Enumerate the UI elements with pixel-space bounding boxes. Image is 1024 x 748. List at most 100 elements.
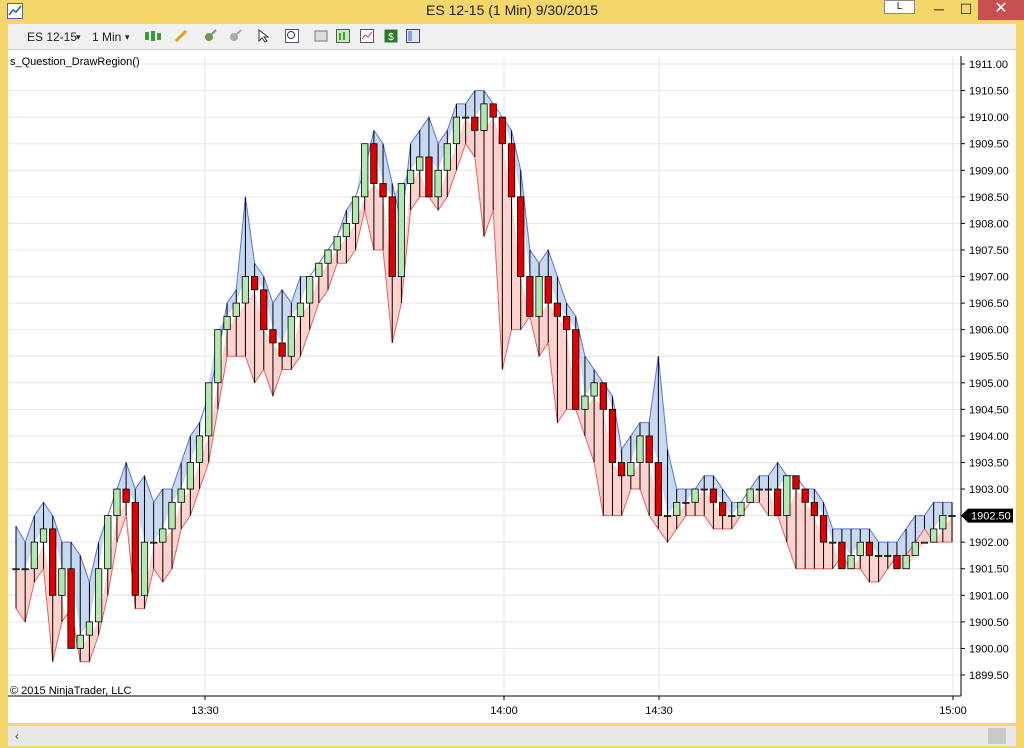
price-tick-label: 1904.50	[969, 404, 1009, 416]
candle-body	[379, 183, 387, 198]
candle-body	[801, 488, 809, 503]
candle-body	[370, 143, 378, 184]
candle-body	[498, 116, 506, 145]
candle-body	[618, 462, 626, 477]
candle-body	[205, 382, 213, 437]
candle-body	[682, 501, 690, 504]
candle-body	[535, 276, 543, 317]
candle-body	[819, 515, 828, 543]
time-tick-label: 13:30	[191, 705, 219, 717]
candle-body	[893, 555, 901, 570]
candle-body	[517, 196, 525, 277]
candle-body	[709, 488, 718, 503]
candle-body	[673, 501, 681, 517]
price-tick-label: 1899.50	[969, 670, 1009, 682]
candle-body	[718, 501, 727, 517]
candle-body	[507, 143, 516, 198]
candle-body	[663, 515, 672, 518]
candle-body	[269, 329, 277, 344]
candle-body	[296, 302, 305, 317]
candle-body	[471, 116, 479, 131]
candle-body	[856, 541, 864, 556]
candle-body	[544, 276, 552, 304]
price-tick-label: 1900.50	[969, 617, 1009, 629]
price-tick-label: 1906.00	[969, 325, 1009, 337]
price-chart: 1911.00 1910.50 1910.00 1909.50 1909.00 1908.…	[8, 56, 1013, 717]
candle-body	[351, 196, 360, 224]
candle-body	[397, 183, 406, 277]
candle-body	[342, 222, 350, 238]
candle-body	[911, 541, 919, 556]
last-price-label: 1902.50	[971, 511, 1011, 523]
candle-body	[764, 488, 773, 491]
candle-body	[168, 501, 176, 530]
candle-body	[425, 156, 433, 198]
price-tick-label: 1906.50	[969, 298, 1009, 310]
candle-body	[150, 541, 158, 544]
candle-body	[792, 475, 800, 490]
candle-body	[113, 488, 121, 517]
scroll-left-icon[interactable]: ‹	[8, 726, 26, 746]
candle-body	[902, 555, 910, 570]
candle-body	[39, 528, 48, 543]
candle-body	[177, 488, 185, 503]
candle-body	[581, 395, 589, 410]
candle-body	[847, 555, 855, 570]
candle-body	[700, 488, 708, 491]
price-tick-label: 1909.50	[969, 139, 1009, 151]
candle-body	[250, 276, 259, 291]
candle-body	[562, 315, 571, 331]
candle-body	[810, 501, 818, 517]
candle-body	[21, 568, 29, 571]
candle-body	[774, 488, 782, 517]
candle-body	[406, 169, 415, 184]
candle-body	[58, 568, 66, 596]
horizontal-scrollbar[interactable]: ‹	[8, 726, 1016, 746]
candle-body	[223, 315, 231, 331]
time-tick-label: 14:30	[645, 705, 673, 717]
time-tick-label: 15:00	[939, 705, 967, 717]
candle-body	[939, 515, 947, 530]
candle-body	[76, 634, 84, 649]
candle-body	[627, 462, 635, 477]
candle-body	[315, 262, 323, 277]
copyright-text: © 2015 NinjaTrader, LLC	[10, 685, 132, 697]
price-tick-label: 1908.50	[969, 192, 1009, 204]
candle-body	[874, 555, 883, 557]
candle-body	[737, 501, 745, 517]
price-tick-label: 1910.50	[969, 86, 1009, 98]
candle-body	[94, 568, 103, 623]
candle-body	[838, 541, 846, 570]
candle-body	[306, 276, 314, 304]
price-tick-label: 1901.50	[969, 564, 1009, 576]
price-tick-label: 1905.00	[969, 378, 1009, 390]
candle-body	[590, 382, 598, 397]
candle-body	[526, 276, 534, 317]
price-tick-label: 1904.00	[969, 431, 1009, 443]
candle-body	[636, 435, 644, 463]
price-tick-label: 1905.50	[969, 351, 1009, 363]
price-tick-label: 1902.00	[969, 537, 1009, 549]
candle-body	[388, 196, 396, 277]
candle-body	[232, 302, 240, 317]
candle-body	[884, 555, 892, 557]
time-tick-label: 14:00	[490, 705, 518, 717]
price-tick-label: 1907.00	[969, 272, 1009, 284]
strategy-label: s_Question_DrawRegion()	[10, 56, 140, 68]
candle-body	[489, 103, 497, 118]
scroll-thumb[interactable]	[988, 728, 1006, 744]
candle-body	[122, 488, 130, 503]
price-tick-label: 1900.00	[969, 643, 1009, 655]
price-tick-label: 1910.00	[969, 112, 1009, 124]
candle-body	[260, 289, 268, 331]
candle-body	[434, 169, 442, 198]
candle-body	[443, 143, 451, 171]
candle-body	[324, 249, 332, 264]
candle-body	[159, 528, 167, 543]
candle-body	[783, 475, 791, 517]
candle-body	[30, 541, 38, 570]
candle-body	[654, 462, 662, 517]
candle-body	[67, 568, 75, 649]
candle-body	[49, 528, 57, 596]
candle-body	[140, 541, 149, 596]
